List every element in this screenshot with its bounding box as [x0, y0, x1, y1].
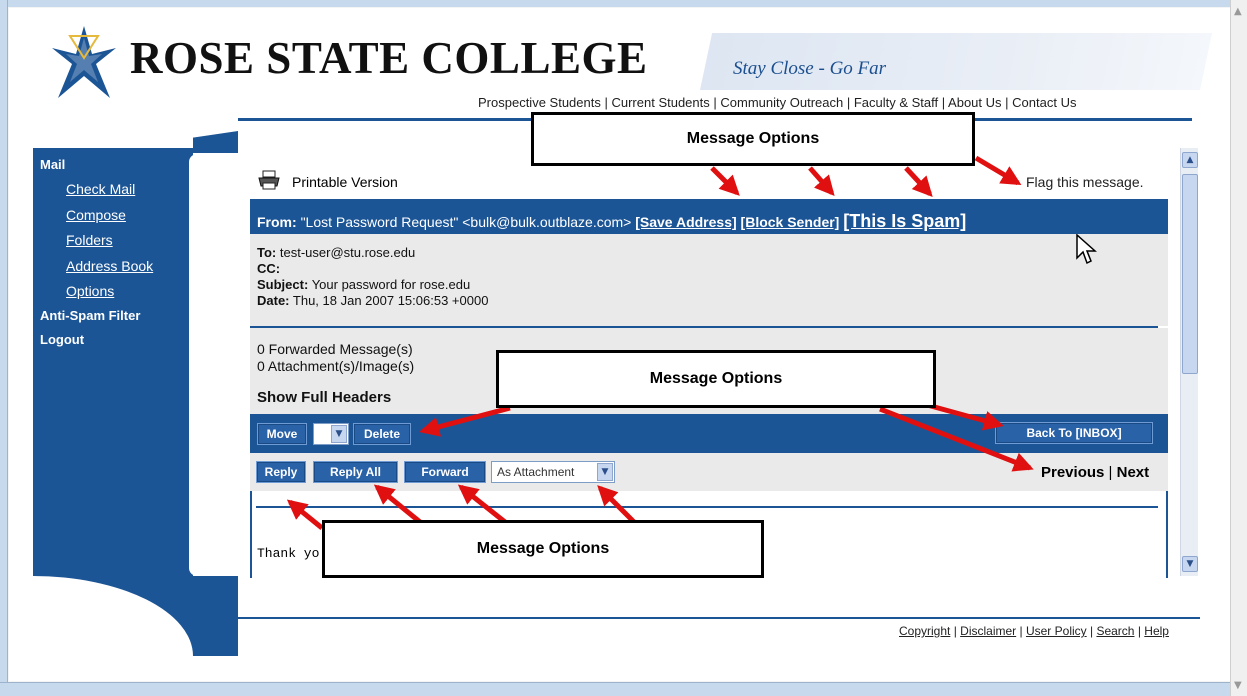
cc-label: CC:	[257, 261, 281, 276]
footer-links: Copyright | Disclaimer | User Policy | S…	[899, 624, 1169, 638]
back-to-inbox-button[interactable]: Back To [INBOX]	[995, 422, 1153, 444]
sidebar-item-folders[interactable]: Folders	[66, 232, 113, 248]
college-name: ROSE STATE COLLEGE	[130, 33, 648, 83]
this-is-spam-link[interactable]: [This Is Spam]	[843, 211, 966, 231]
message-body: Thank yo	[257, 546, 320, 561]
browser-frame-top	[0, 0, 1247, 7]
body-border-right	[1166, 491, 1168, 578]
sidebar-logout[interactable]: Logout	[40, 332, 84, 347]
footer-user-policy[interactable]: User Policy	[1026, 624, 1087, 638]
sidebar-anti-spam-filter[interactable]: Anti-Spam Filter	[40, 308, 140, 323]
reply-button[interactable]: Reply	[256, 461, 306, 483]
to-value: test-user@stu.rose.edu	[279, 245, 416, 260]
reply-all-button[interactable]: Reply All	[313, 461, 398, 483]
callout-message-options-bottom: Message Options	[322, 520, 764, 578]
nav-prospective-students[interactable]: Prospective Students	[478, 95, 601, 110]
save-address-link[interactable]: [Save Address]	[635, 214, 736, 230]
date-value: Thu, 18 Jan 2007 15:06:53 +0000	[292, 293, 489, 308]
move-button[interactable]: Move	[257, 423, 307, 445]
top-nav: Prospective Students | Current Students …	[478, 95, 1077, 110]
nav-community-outreach[interactable]: Community Outreach	[720, 95, 843, 110]
body-border-left	[250, 491, 252, 578]
scroll-up-icon[interactable]: ▲	[1234, 6, 1242, 17]
printable-version-link[interactable]: Printable Version	[292, 174, 398, 190]
sidebar-mail[interactable]: Mail	[40, 157, 65, 172]
to-label: To:	[257, 245, 277, 260]
block-sender-link[interactable]: [Block Sender]	[741, 214, 840, 230]
sidebar-notch-decoration	[189, 154, 234, 576]
from-line: From: "Lost Password Request" <bulk@bulk…	[257, 211, 966, 232]
footer-divider	[238, 617, 1200, 619]
footer-disclaimer[interactable]: Disclaimer	[960, 624, 1016, 638]
chevron-down-icon[interactable]: ▼	[597, 463, 613, 481]
browser-frame-left	[0, 0, 8, 696]
sidebar-item-options[interactable]: Options	[66, 283, 114, 299]
message-scrollbar[interactable]: ▲ ▼	[1180, 148, 1198, 576]
scroll-down-icon[interactable]: ▼	[1182, 556, 1198, 572]
nav-current-students[interactable]: Current Students	[611, 95, 709, 110]
date-label: Date:	[257, 293, 290, 308]
tagline: Stay Close - Go Far	[733, 58, 887, 79]
to-line: To: test-user@stu.rose.edu	[257, 245, 415, 260]
scroll-up-icon[interactable]: ▲	[1182, 152, 1198, 168]
forward-button[interactable]: Forward	[404, 461, 486, 483]
pager-separator: |	[1108, 464, 1113, 481]
scroll-down-icon[interactable]: ▼	[1234, 680, 1242, 691]
message-pager: Previous | Next	[1041, 464, 1149, 481]
delete-button[interactable]: Delete	[353, 423, 411, 445]
from-label: From:	[257, 214, 297, 230]
footer-copyright[interactable]: Copyright	[899, 624, 950, 638]
show-full-headers-link[interactable]: Show Full Headers	[257, 389, 391, 406]
subject-value: Your password for rose.edu	[311, 277, 471, 292]
subject-line: Subject: Your password for rose.edu	[257, 277, 470, 292]
printer-icon[interactable]	[258, 170, 280, 190]
footer-search[interactable]: Search	[1096, 624, 1134, 638]
footer-help[interactable]: Help	[1144, 624, 1169, 638]
subject-label: Subject:	[257, 277, 309, 292]
body-divider	[256, 506, 1158, 508]
nav-about-us[interactable]: About Us	[948, 95, 1001, 110]
sidebar-item-check-mail[interactable]: Check Mail	[66, 181, 135, 197]
date-line: Date: Thu, 18 Jan 2007 15:06:53 +0000	[257, 293, 488, 308]
forward-mode-value: As Attachment	[497, 465, 575, 479]
forwarded-count: 0 Forwarded Message(s)	[257, 341, 413, 357]
from-value: "Lost Password Request" <bulk@bulk.outbl…	[300, 214, 632, 230]
browser-frame-bottom	[0, 682, 1230, 696]
attachments-count: 0 Attachment(s)/Image(s)	[257, 358, 415, 374]
previous-link[interactable]: Previous	[1041, 464, 1104, 481]
callout-message-options-middle: Message Options	[496, 350, 936, 408]
next-link[interactable]: Next	[1117, 464, 1150, 481]
college-star-logo	[52, 26, 116, 98]
mouse-cursor-icon	[1076, 234, 1097, 265]
sidebar-item-compose[interactable]: Compose	[66, 207, 126, 223]
nav-faculty-staff[interactable]: Faculty & Staff	[854, 95, 938, 110]
forward-mode-select[interactable]: As Attachment ▼	[491, 461, 615, 483]
page-scrollbar[interactable]: ▲ ▼	[1230, 0, 1247, 696]
chevron-down-icon[interactable]: ▼	[331, 425, 347, 443]
folder-select[interactable]: ▼	[313, 423, 349, 445]
callout-message-options-top: Message Options	[531, 112, 975, 166]
scroll-thumb[interactable]	[1182, 174, 1198, 374]
sidebar-item-address-book[interactable]: Address Book	[66, 258, 153, 274]
cc-line: CC:	[257, 261, 280, 276]
nav-contact-us[interactable]: Contact Us	[1012, 95, 1076, 110]
flag-message-link[interactable]: Flag this message.	[1026, 174, 1144, 190]
